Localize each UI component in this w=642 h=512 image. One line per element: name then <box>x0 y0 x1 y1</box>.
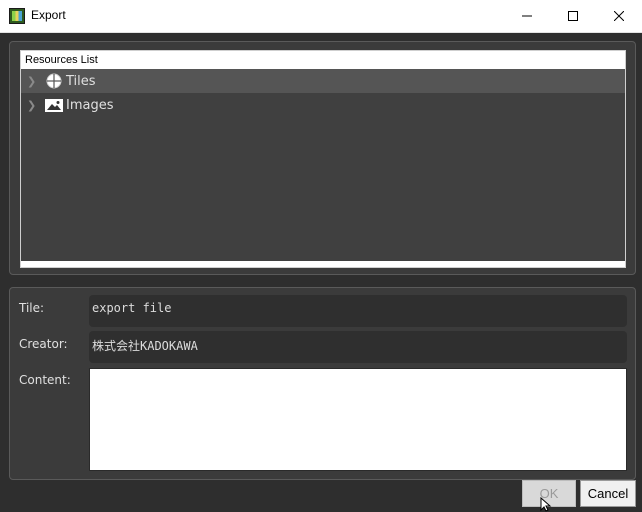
chevron-right-icon[interactable]: ❯ <box>27 75 36 88</box>
tiles-icon <box>45 73 63 89</box>
close-icon <box>614 10 624 21</box>
resources-panel: Resources List ❯ Tiles ❯ Images <box>9 41 636 275</box>
window-title: Export <box>31 8 66 22</box>
resources-list[interactable]: Resources List ❯ Tiles ❯ Images <box>20 50 626 268</box>
tile-field[interactable]: export file <box>89 295 627 327</box>
creator-field[interactable]: 株式会社KADOKAWA <box>89 331 627 363</box>
tile-label: Tile: <box>19 301 45 315</box>
minimize-icon <box>522 15 532 16</box>
mouse-cursor-icon <box>540 497 552 512</box>
tree-item-label: Tiles <box>66 73 96 89</box>
tree-item-tiles[interactable]: ❯ Tiles <box>21 69 625 93</box>
creator-label: Creator: <box>19 337 68 351</box>
tree-item-label: Images <box>66 97 114 113</box>
dialog-body: Resources List ❯ Tiles ❯ Images Tile: ex… <box>0 33 642 512</box>
close-button[interactable] <box>596 0 642 31</box>
content-textarea[interactable] <box>89 368 627 471</box>
metadata-panel: Tile: export file Creator: 株式会社KADOKAWA … <box>9 287 636 480</box>
maximize-icon <box>568 10 578 21</box>
content-label: Content: <box>19 373 71 387</box>
title-bar: Export <box>0 0 642 33</box>
app-icon <box>9 8 25 24</box>
image-icon <box>45 97 63 113</box>
minimize-button[interactable] <box>504 0 550 31</box>
tree-item-images[interactable]: ❯ Images <box>21 93 625 117</box>
resources-list-header: Resources List <box>21 51 625 69</box>
chevron-right-icon[interactable]: ❯ <box>27 99 36 112</box>
maximize-button[interactable] <box>550 0 596 31</box>
cancel-button[interactable]: Cancel <box>580 480 636 507</box>
list-bottom-border <box>21 261 625 267</box>
